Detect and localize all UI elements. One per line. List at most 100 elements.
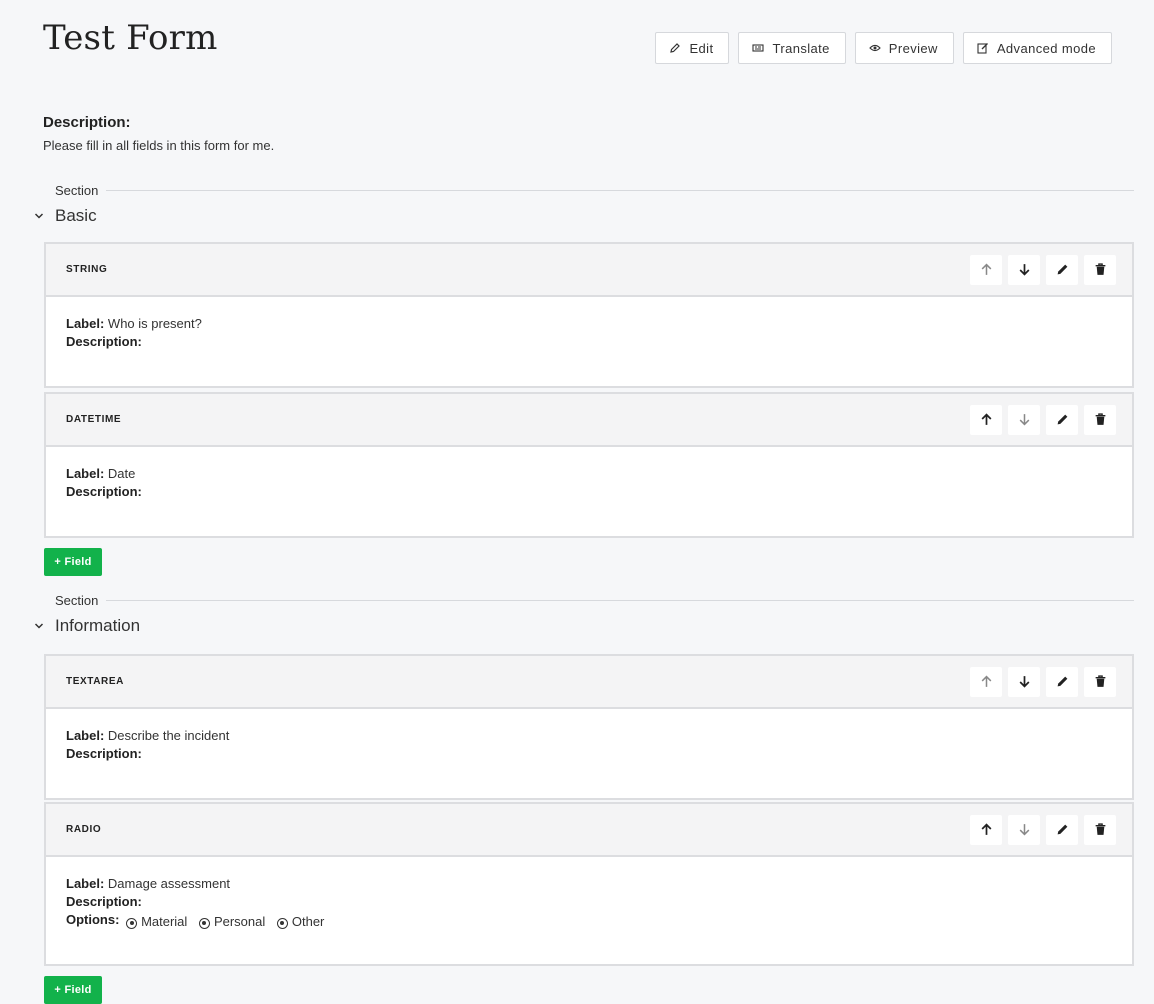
option-label: Other [291,914,325,929]
eye-icon [869,42,881,54]
translate-button-label: Translate [772,40,830,56]
options-row: Options: Material Personal Other [66,911,1112,931]
edit-square-icon [977,42,989,54]
edit-field-button[interactable] [1046,404,1078,435]
field-card-body: Label: Describe the incident Description… [46,709,1132,773]
field-card-body: Label: Date Description: [46,447,1132,511]
field-label-value: Describe the incident [107,728,230,743]
field-card: RADIO Label: Damage assessment Descripti… [44,802,1134,966]
description-heading: Description: [43,114,131,131]
radio-icon [276,917,288,929]
option-label: Material [141,914,188,929]
delete-field-button[interactable] [1084,254,1116,285]
add-field-button[interactable]: + Field [44,548,102,576]
field-card-header: DATETIME [46,394,1132,447]
field-card-body: Label: Damage assessment Description: Op… [46,857,1132,941]
section-divider [106,190,1134,191]
field-card: DATETIME Label: Date Description: [44,392,1134,538]
arrow-up-icon [981,413,991,425]
section-name: Information [55,616,141,635]
label-key: Label: [66,728,105,743]
page-title: Test Form [43,18,218,58]
edit-button[interactable]: Edit [655,32,730,64]
field-card: TEXTAREA Label: Describe the incident De… [44,654,1134,800]
arrow-down-icon [1019,414,1029,426]
field-type: TEXTAREA [66,676,124,687]
arrow-up-icon [981,823,991,835]
arrow-down-icon [1019,676,1029,688]
section-toggle-basic[interactable]: Basic [33,206,97,226]
field-type: RADIO [66,824,102,835]
field-type: DATETIME [66,414,122,425]
pencil-icon [1057,414,1067,425]
add-field-button[interactable]: + Field [44,976,102,1004]
move-up-button[interactable] [970,814,1002,845]
option-label: Personal [213,914,266,929]
edit-field-button[interactable] [1046,814,1078,845]
translate-button[interactable]: Translate [738,32,846,64]
radio-icon [198,917,210,929]
option-item: Material [123,913,187,931]
label-key: Label: [66,316,105,331]
description-key: Description: [66,484,142,499]
radio-icon [126,917,138,929]
pencil-icon [669,42,681,54]
pencil-icon [1057,824,1067,835]
move-up-button[interactable] [970,254,1002,285]
advanced-mode-button-label: Advanced mode [996,40,1096,56]
arrow-up-icon [981,675,991,687]
translate-icon [752,42,765,54]
field-card-body: Label: Who is present? Description: [46,297,1132,361]
move-down-button[interactable] [1008,254,1040,285]
arrow-up-icon [981,263,991,275]
trash-icon [1095,675,1105,687]
field-card-header: STRING [46,244,1132,297]
preview-button-label: Preview [888,40,938,56]
move-down-button[interactable] [1008,666,1040,697]
description-key: Description: [66,334,142,349]
field-card-header: RADIO [46,804,1132,857]
delete-field-button[interactable] [1084,814,1116,845]
field-type: STRING [66,264,108,275]
options-key: Options: [66,912,120,927]
preview-button[interactable]: Preview [854,32,954,64]
move-down-button[interactable] [1008,404,1040,435]
pencil-icon [1057,264,1067,275]
section-caption-label: Section [55,183,99,198]
delete-field-button[interactable] [1084,666,1116,697]
edit-field-button[interactable] [1046,254,1078,285]
section-toggle-information[interactable]: Information [33,616,140,636]
section-caption: Section [55,183,1134,198]
field-label-value: Damage assessment [107,876,231,891]
trash-icon [1095,263,1105,275]
toolbar: Edit Translate Preview Advanced mode [655,32,1112,64]
move-up-button[interactable] [970,404,1002,435]
section-divider [106,600,1134,601]
description-text: Please fill in all fields in this form f… [43,138,275,153]
field-card: STRING Label: Who is present? Descriptio… [44,242,1134,388]
option-item: Other [274,913,325,931]
delete-field-button[interactable] [1084,404,1116,435]
move-down-button[interactable] [1008,814,1040,845]
pencil-icon [1057,676,1067,687]
label-key: Label: [66,876,105,891]
section-caption-label: Section [55,593,99,608]
field-card-header: TEXTAREA [46,656,1132,709]
section-caption: Section [55,593,1134,608]
edit-field-button[interactable] [1046,666,1078,697]
chevron-down-icon [33,620,45,632]
move-up-button[interactable] [970,666,1002,697]
field-label-value: Date [107,466,136,481]
arrow-down-icon [1019,824,1029,836]
field-label-value: Who is present? [107,316,202,331]
trash-icon [1095,823,1105,835]
arrow-down-icon [1019,264,1029,276]
advanced-mode-button[interactable]: Advanced mode [962,32,1112,64]
description-key: Description: [66,894,142,909]
chevron-down-icon [33,210,45,222]
trash-icon [1095,413,1105,425]
option-item: Personal [196,913,265,931]
section-name: Basic [55,206,97,225]
label-key: Label: [66,466,105,481]
edit-button-label: Edit [689,40,714,56]
